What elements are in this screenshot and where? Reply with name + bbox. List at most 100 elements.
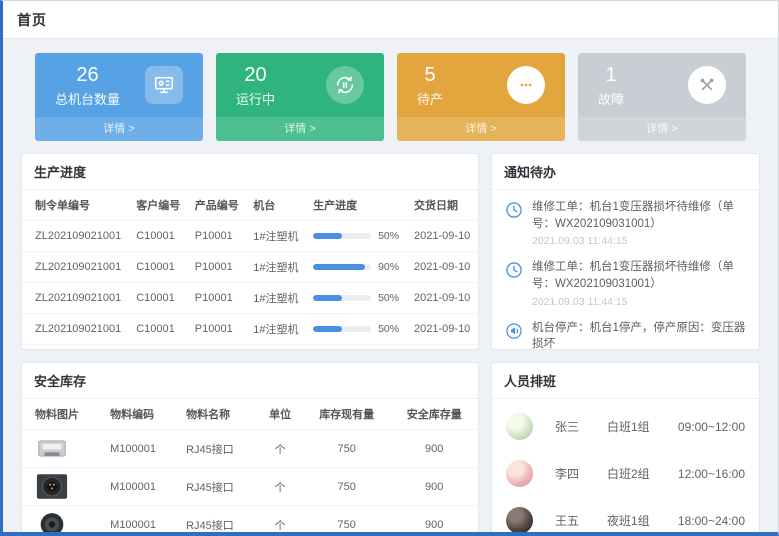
progress-label: 50% <box>378 292 399 304</box>
order-no-cell: ZL202109021001 <box>22 314 129 345</box>
notification-item[interactable]: 维修工单：机台1变压器损坏待维修（单号：WX202109031001） 2021… <box>504 193 747 253</box>
delivery-date-cell: 2021-09-10 <box>407 221 478 252</box>
progress-fill <box>313 233 342 239</box>
shift-time: 12:00~16:00 <box>678 467 745 481</box>
detail-link[interactable]: 详情 > <box>216 117 384 141</box>
table-row: ZL202109021001 C10001 P10001 1#注塑机 90% 2… <box>22 252 478 283</box>
progress-track <box>313 233 371 239</box>
stat-value: 1 <box>598 63 624 87</box>
table-row: M100001 RJ45接口 个 750 900 <box>22 506 478 533</box>
production-progress-panel: 生产进度 制令单编号 客户编号 产品编号 机台 生产进度 交货日期 <box>21 153 479 350</box>
order-no-cell: ZL202109021001 <box>22 345 129 351</box>
notification-body: 维修工单：机台1变压器损坏待维修（单号：WX202109031001） 2021… <box>532 199 747 247</box>
production-table: 制令单编号 客户编号 产品编号 机台 生产进度 交货日期 ZL202109021… <box>22 190 478 350</box>
delivery-date-cell: 2021-09-10 <box>407 345 478 351</box>
table-header-row: 物料图片 物料编码 物料名称 单位 库存现有量 安全库存量 <box>22 399 478 430</box>
avatar <box>506 460 533 487</box>
material-image-cell <box>22 506 103 533</box>
stat-card-running[interactable]: 20 运行中 详情 > <box>216 53 384 141</box>
stat-value: 26 <box>55 63 120 87</box>
column-header: 机台 <box>246 190 306 221</box>
stat-card-body: 5 待产 <box>397 53 565 117</box>
progress-label: 90% <box>378 261 399 273</box>
delivery-date-cell: 2021-09-10 <box>407 252 478 283</box>
column-header: 交货日期 <box>407 190 478 221</box>
staff-name: 张三 <box>555 418 607 435</box>
panel-title: 生产进度 <box>22 154 478 190</box>
progress-bar: 50% <box>313 230 400 242</box>
product-no-cell: P10001 <box>188 283 247 314</box>
safety-stock-cell: 900 <box>390 468 478 506</box>
progress-bar: 90% <box>313 261 400 273</box>
stat-label: 待产 <box>417 89 443 108</box>
progress-bar: 50% <box>313 292 400 304</box>
customer-no-cell: C10001 <box>129 283 188 314</box>
detail-link[interactable]: 详情 > <box>578 117 746 141</box>
progress-label: 50% <box>378 230 399 242</box>
progress-track <box>313 295 371 301</box>
running-icon <box>326 66 364 104</box>
progress-cell: 50% <box>306 345 407 351</box>
progress-cell: 50% <box>306 314 407 345</box>
progress-cell: 50% <box>306 283 407 314</box>
avatar <box>506 507 533 532</box>
table-header-row: 制令单编号 客户编号 产品编号 机台 生产进度 交货日期 <box>22 190 478 221</box>
dashboard-window: 首页 26 总机台数量 <box>0 0 779 536</box>
table-row: ZL202109021001 C10001 P10001 1#注塑机 50% 2… <box>22 345 478 351</box>
staff-schedule-panel: 人员排班 张三 白班1组 09:00~12:00 李四 白班2组 12:00~1… <box>491 362 760 532</box>
column-header: 生产进度 <box>306 190 407 221</box>
notification-list: 维修工单：机台1变压器损坏待维修（单号：WX202109031001） 2021… <box>492 190 759 350</box>
shift-label: 夜班1组 <box>607 512 678 529</box>
schedule-list: 张三 白班1组 09:00~12:00 李四 白班2组 12:00~16:00 … <box>492 399 759 532</box>
material-code-cell: M100001 <box>103 506 179 533</box>
machine-icon <box>145 66 183 104</box>
column-header: 单位 <box>257 399 303 430</box>
fault-tools-icon <box>688 66 726 104</box>
material-image-cell <box>22 468 103 506</box>
column-header: 库存现有量 <box>303 399 391 430</box>
progress-fill <box>313 326 342 332</box>
speaker-icon <box>504 321 524 341</box>
safety-stock-cell: 900 <box>390 506 478 533</box>
stat-card-fault[interactable]: 1 故障 详情 > <box>578 53 746 141</box>
product-no-cell: P10001 <box>188 314 247 345</box>
customer-no-cell: C10001 <box>129 345 188 351</box>
stat-card-standby[interactable]: 5 待产 详情 > <box>397 53 565 141</box>
unit-cell: 个 <box>257 506 303 533</box>
notifications-panel: 通知待办 维修工单：机台1变压器损坏待维修（单号：WX202109031001）… <box>491 153 760 350</box>
notification-item[interactable]: 维修工单：机台1变压器损坏待维修（单号：WX202109031001） 2021… <box>504 253 747 313</box>
progress-bar: 50% <box>313 323 400 335</box>
notification-body: 机台停产：机台1停产，停产原因：变压器损坏 2021.09.03 11:44:1… <box>532 320 747 350</box>
table-row: M100001 RJ45接口 个 750 900 <box>22 430 478 468</box>
clock-icon <box>504 260 524 280</box>
safety-inventory-panel: 安全库存 物料图片 物料编码 物料名称 单位 库存现有量 安全库存量 <box>21 362 479 532</box>
stat-card-text: 1 故障 <box>598 63 624 108</box>
stat-label: 总机台数量 <box>55 89 120 108</box>
staff-name: 王五 <box>555 512 607 529</box>
shift-label: 白班2组 <box>607 465 678 482</box>
table-row: M100001 RJ45接口 个 750 900 <box>22 468 478 506</box>
column-header: 物料名称 <box>179 399 257 430</box>
stat-card-text: 20 运行中 <box>236 63 275 108</box>
stat-card-total-machines[interactable]: 26 总机台数量 详情 > <box>35 53 203 141</box>
customer-no-cell: C10001 <box>129 314 188 345</box>
notification-time: 2021.09.03 11:44:15 <box>532 235 747 247</box>
detail-link[interactable]: 详情 > <box>397 117 565 141</box>
column-header: 制令单编号 <box>22 190 129 221</box>
table-row: ZL202109021001 C10001 P10001 1#注塑机 50% 2… <box>22 314 478 345</box>
delivery-date-cell: 2021-09-10 <box>407 283 478 314</box>
schedule-row: 张三 白班1组 09:00~12:00 <box>492 403 759 450</box>
column-header: 物料图片 <box>22 399 103 430</box>
stat-label: 故障 <box>598 89 624 108</box>
progress-track <box>313 264 371 270</box>
material-code-cell: M100001 <box>103 430 179 468</box>
on-hand-cell: 750 <box>303 430 391 468</box>
stat-card-text: 5 待产 <box>417 63 443 108</box>
detail-link[interactable]: 详情 > <box>35 117 203 141</box>
stat-card-body: 1 故障 <box>578 53 746 117</box>
notification-item[interactable]: 机台停产：机台1停产，停产原因：变压器损坏 2021.09.03 11:44:1… <box>504 314 747 350</box>
notification-text: 维修工单：机台1变压器损坏待维修（单号：WX202109031001） <box>532 199 747 232</box>
stat-card-body: 26 总机台数量 <box>35 53 203 117</box>
progress-track <box>313 326 371 332</box>
panels-grid: 生产进度 制令单编号 客户编号 产品编号 机台 生产进度 交货日期 <box>21 153 760 532</box>
